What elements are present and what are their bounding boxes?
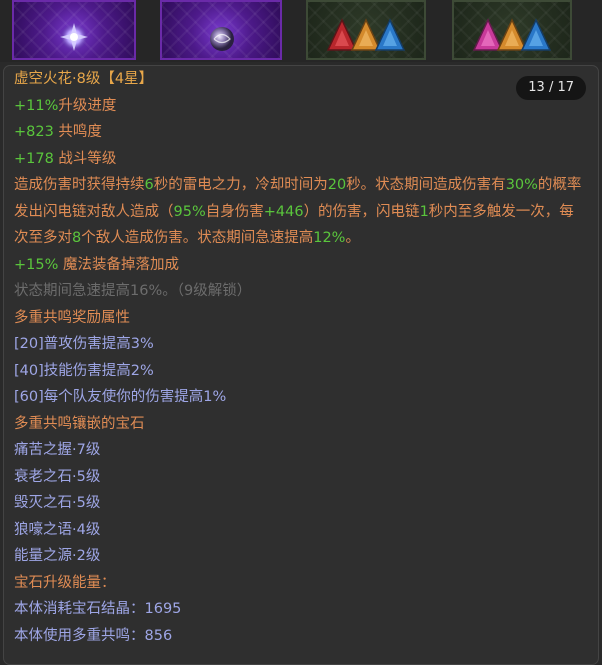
inlaid-header: 多重共鸣镶嵌的宝石 xyxy=(14,415,145,432)
gem-socket-4[interactable] xyxy=(452,0,572,60)
gem-socket-1[interactable] xyxy=(12,0,136,60)
resonance-bonus: [40]技能伤害提高2% xyxy=(14,362,154,379)
description-text: ）的伤害，闪电链 xyxy=(303,203,420,220)
description-number: 12% xyxy=(313,230,346,246)
bonus-value: +15% xyxy=(14,256,59,273)
gem-socket-2[interactable] xyxy=(160,0,282,60)
magic-drop-bonus: +15% 魔法装备掉落加成 xyxy=(14,252,588,279)
description-number: 8 xyxy=(72,230,82,246)
gem-tooltip-panel: 13 / 17 虚空火花·8级【4星】 +11%升级进度 +823 共鸣度 +1… xyxy=(3,65,599,665)
resonance-header: 多重共鸣奖励属性 xyxy=(14,309,130,326)
gem-title: 虚空火花·8级【4星】 xyxy=(14,71,154,87)
upgrade-label: 本体使用多重共鸣： xyxy=(14,627,145,644)
stat-label: 共鸣度 xyxy=(53,124,102,140)
tri-gem-pink-orange-blue-icon xyxy=(472,18,552,51)
resonance-bonus: [60]每个队友使你的伤害提高1% xyxy=(14,389,227,405)
description-text: 造成伤害时获得持续 xyxy=(14,177,145,193)
inlaid-gem: 毁灭之石·5级 xyxy=(14,495,101,511)
inlaid-gem: 痛苦之握·7级 xyxy=(14,442,101,458)
gem-socket-3[interactable] xyxy=(306,0,426,60)
stat-value: +11% xyxy=(14,97,59,114)
stat-resonance: +823 共鸣度 xyxy=(14,119,588,146)
stat-upgrade-progress: +11%升级进度 xyxy=(14,93,588,120)
stat-combat-level: +178 战斗等级 xyxy=(14,146,588,173)
description-text: 秒。状态期间造成伤害有 xyxy=(346,177,506,193)
gem-socket-bar xyxy=(0,0,602,62)
stat-label: 升级进度 xyxy=(58,97,117,114)
inlaid-gem: 狼嚎之语·4级 xyxy=(14,521,101,538)
gem-effect-description: 造成伤害时获得持续6秒的雷电之力，冷却时间为20秒。状态期间造成伤害有30%的概… xyxy=(14,172,588,252)
description-text: 自身伤害 xyxy=(205,203,264,220)
upgrade-value: 1695 xyxy=(144,601,182,617)
inlaid-gem: 能量之源·2级 xyxy=(14,548,101,564)
description-number: 20 xyxy=(327,177,347,193)
bonus-label: 魔法装备掉落加成 xyxy=(58,256,179,273)
description-number: 1 xyxy=(419,203,429,220)
locked-effect: 状态期间急速提高16%。（9级解锁） xyxy=(14,283,252,299)
stat-value: +178 xyxy=(14,150,54,167)
upgrade-value: 856 xyxy=(144,627,173,644)
tri-gem-red-orange-blue-icon xyxy=(326,18,406,51)
upgrade-row-resonance: 本体使用多重共鸣：856 xyxy=(14,623,588,650)
inlaid-gem: 衰老之石·5级 xyxy=(14,468,101,485)
description-number: 6 xyxy=(144,177,154,193)
stat-value: +823 xyxy=(14,124,54,140)
resonance-bonus: [20]普攻伤害提高3% xyxy=(14,336,154,352)
stat-label: 战斗等级 xyxy=(53,150,117,167)
description-number: 30% xyxy=(505,177,538,193)
tooltip-lines: 虚空火花·8级【4星】 +11%升级进度 +823 共鸣度 +178 战斗等级 … xyxy=(14,66,588,649)
upgrade-label: 本体消耗宝石结晶： xyxy=(14,601,145,617)
description-number: +446 xyxy=(263,203,304,220)
description-text: 个敌人造成伤害。状态期间急速提高 xyxy=(81,230,314,246)
spark-crystal-icon xyxy=(60,23,88,51)
description-text: 。 xyxy=(345,230,360,246)
description-number: 95% xyxy=(173,203,206,220)
void-orb-icon xyxy=(210,27,234,51)
upgrade-row-crystal: 本体消耗宝石结晶：1695 xyxy=(14,596,588,623)
upgrade-energy-header: 宝石升级能量： xyxy=(14,574,116,591)
description-text: 秒的雷电之力，冷却时间为 xyxy=(153,177,328,193)
